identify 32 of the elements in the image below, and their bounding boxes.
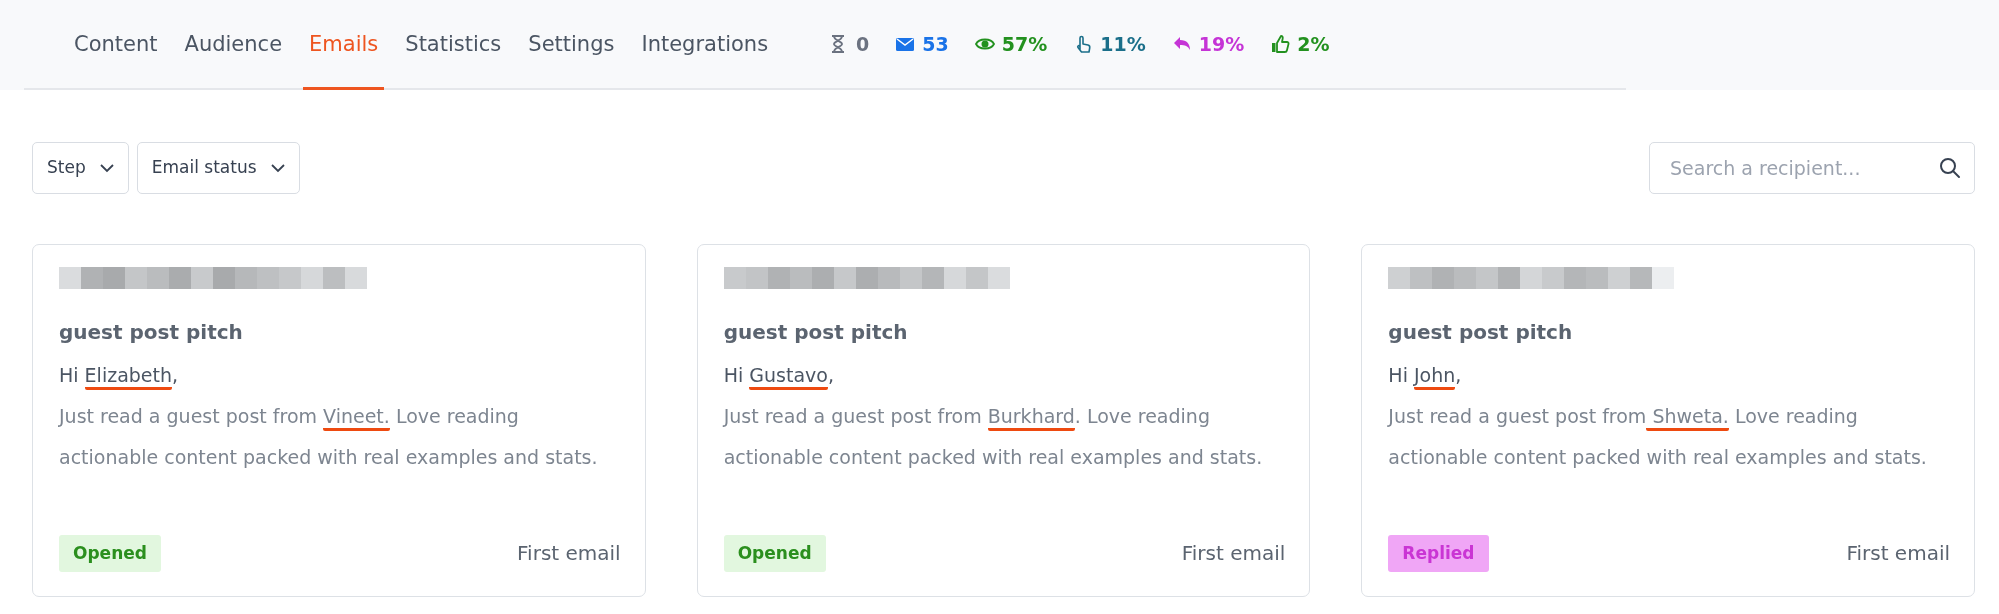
nav-tab[interactable]: Statistics	[399, 0, 508, 90]
nav-tab[interactable]: Integrations	[635, 0, 775, 90]
status-badge: Opened	[59, 534, 161, 572]
filter-dropdown[interactable]: Email status	[136, 142, 300, 194]
status-badge: Replied	[1388, 534, 1489, 572]
search-icon	[1939, 157, 1961, 179]
status-badge: Opened	[723, 534, 826, 572]
message-text: Hi Gustavo,	[723, 355, 1286, 396]
stat-value: 0	[856, 31, 870, 57]
step-label: First email	[517, 540, 621, 568]
message-text: Hi Elizabeth,	[59, 355, 621, 396]
step-label: First email	[1181, 540, 1286, 568]
message-text: Just read a guest post from Vineet. Love reading actionable content packed with real examples and stats.	[59, 404, 599, 470]
chevron-down-icon	[270, 163, 285, 173]
stat-value: 19%	[1198, 31, 1245, 57]
message-text: Hi John,	[1388, 355, 1950, 396]
nav-tab[interactable]: Audience	[178, 0, 289, 90]
chevron-down-icon	[99, 163, 114, 173]
email-subject: guest post pitch	[723, 319, 909, 346]
stat-value: 2%	[1297, 31, 1330, 57]
email-subject: guest post pitch	[1388, 319, 1574, 346]
nav-tab[interactable]: Content	[68, 0, 164, 90]
step-label: First email	[1846, 540, 1950, 568]
filter-dropdown[interactable]: Step	[32, 142, 129, 194]
nav-tab[interactable]: Settings	[522, 0, 621, 90]
stat-value: 53	[922, 31, 949, 57]
search-field[interactable]: Search a recipient...	[1649, 142, 1975, 194]
email-subject: guest post pitch	[59, 319, 244, 346]
stat-value: 11%	[1100, 31, 1146, 57]
message-text: Just read a guest post from Shweta. Love reading actionable content packed with real examples and stats.	[1388, 404, 1928, 470]
message-text: Just read a guest post from Burkhard. Love reading actionable content packed with real examples and stats.	[723, 404, 1264, 470]
stat-value: 57%	[1001, 31, 1048, 57]
